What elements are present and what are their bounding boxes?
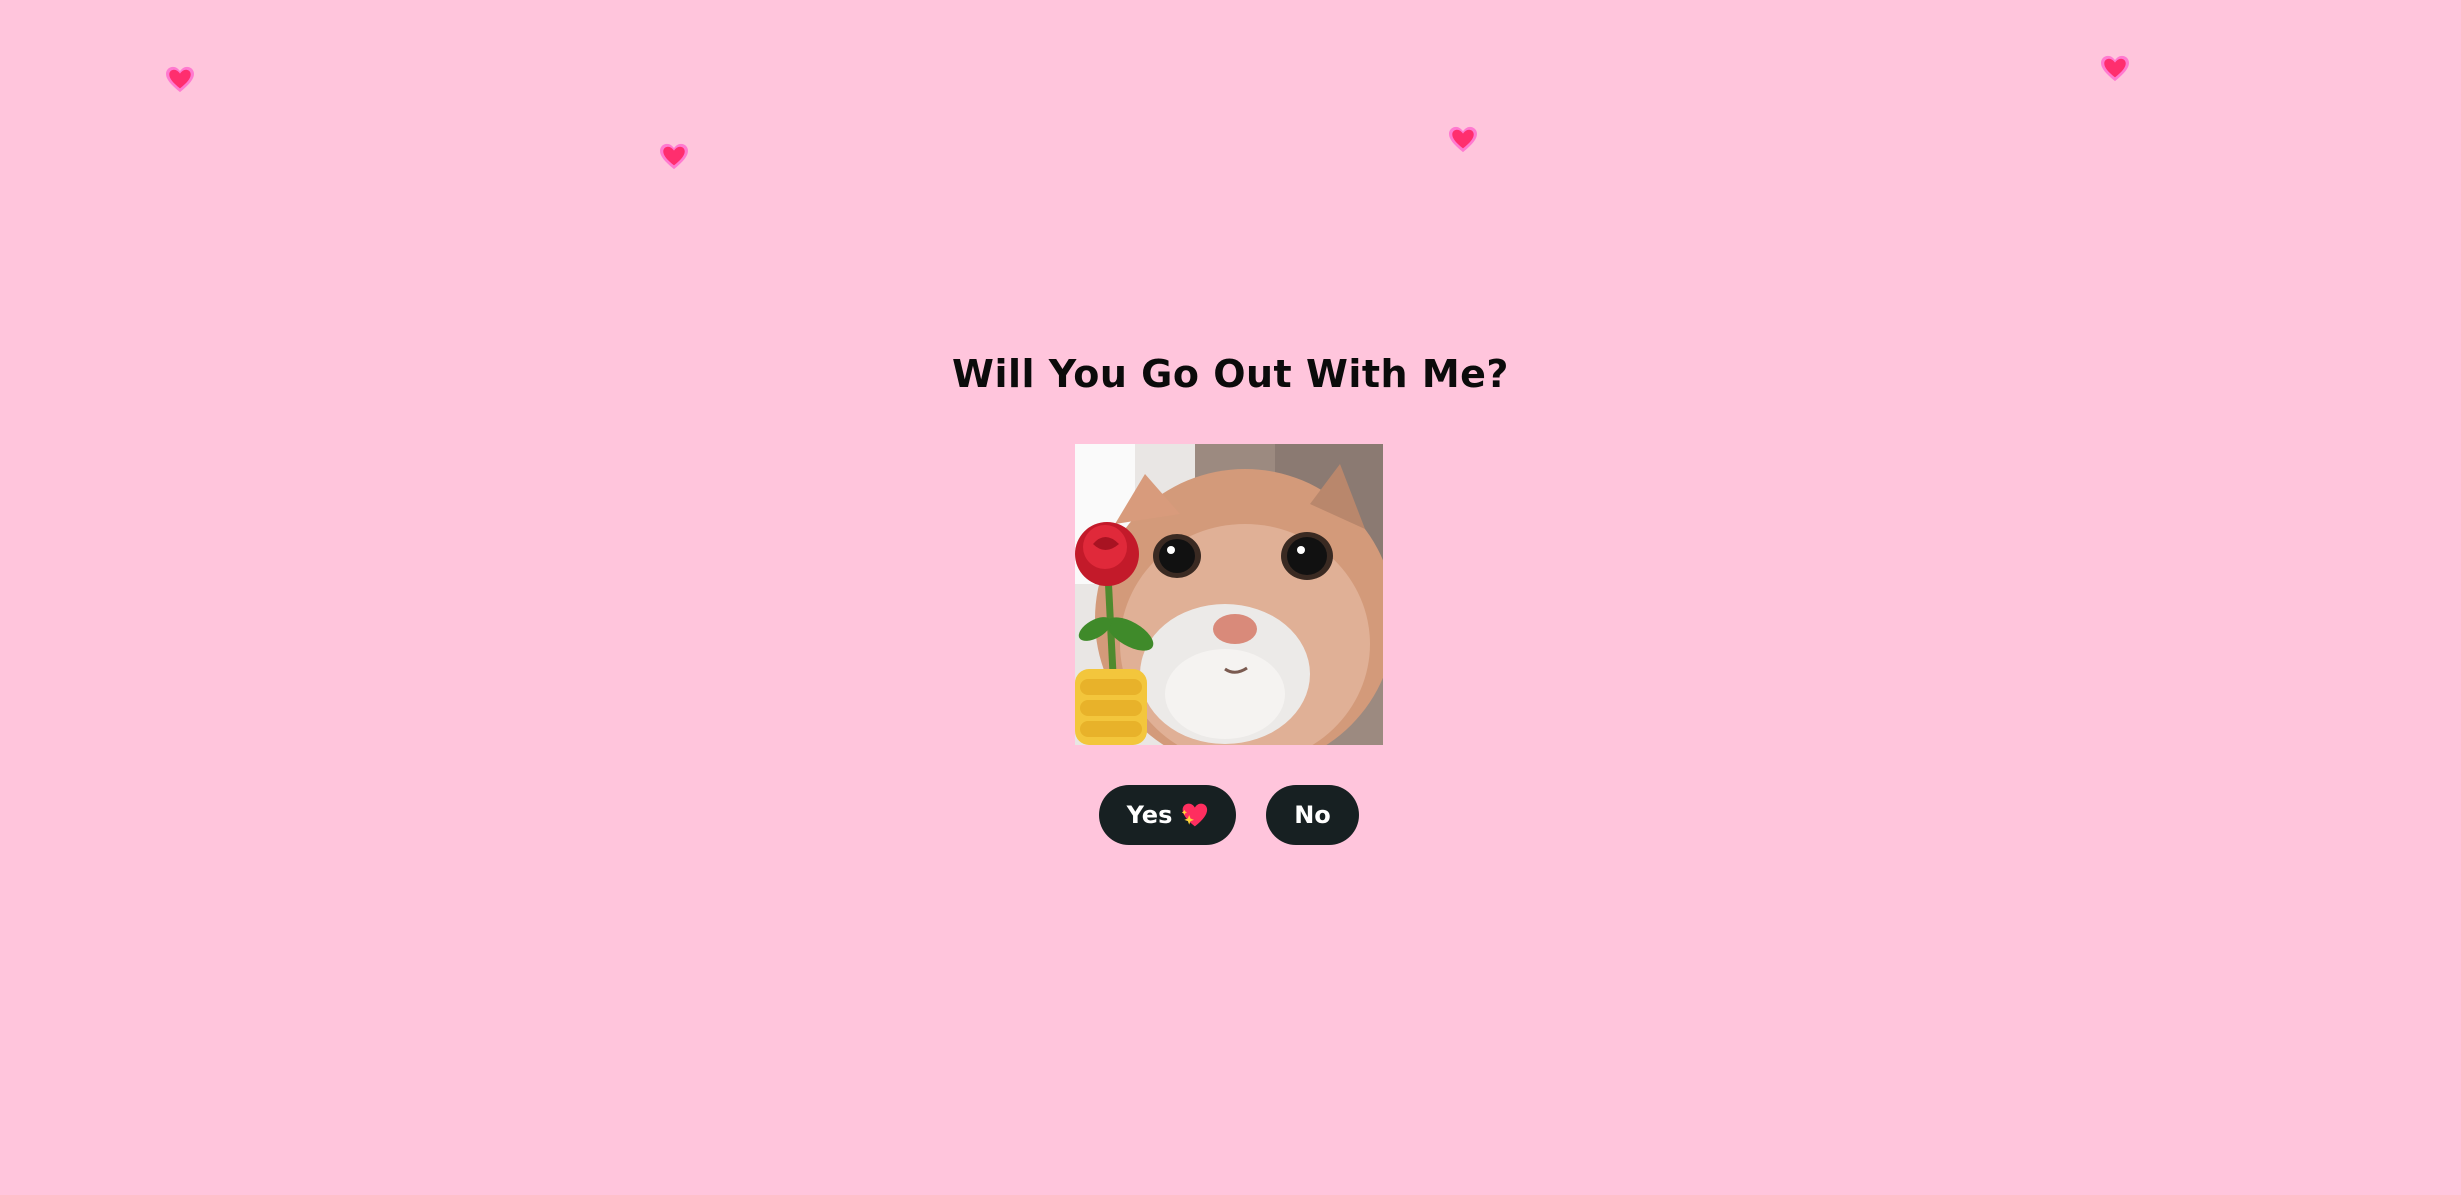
no-button[interactable]: No <box>1266 785 1359 845</box>
floating-heart-icon <box>165 66 195 94</box>
no-button-label: No <box>1294 801 1331 829</box>
page: Will You Go Out With Me? Yes No <box>0 0 2461 1195</box>
yes-button-label: Yes <box>1126 801 1173 829</box>
page-title: Will You Go Out With Me? <box>952 352 1509 396</box>
floating-heart-icon <box>2100 55 2130 83</box>
sparkling-heart-icon <box>1180 801 1208 829</box>
yes-button[interactable]: Yes <box>1099 785 1236 845</box>
cat-with-rose-image <box>1075 444 1383 745</box>
floating-heart-icon <box>659 143 689 171</box>
floating-heart-icon <box>1448 126 1478 154</box>
